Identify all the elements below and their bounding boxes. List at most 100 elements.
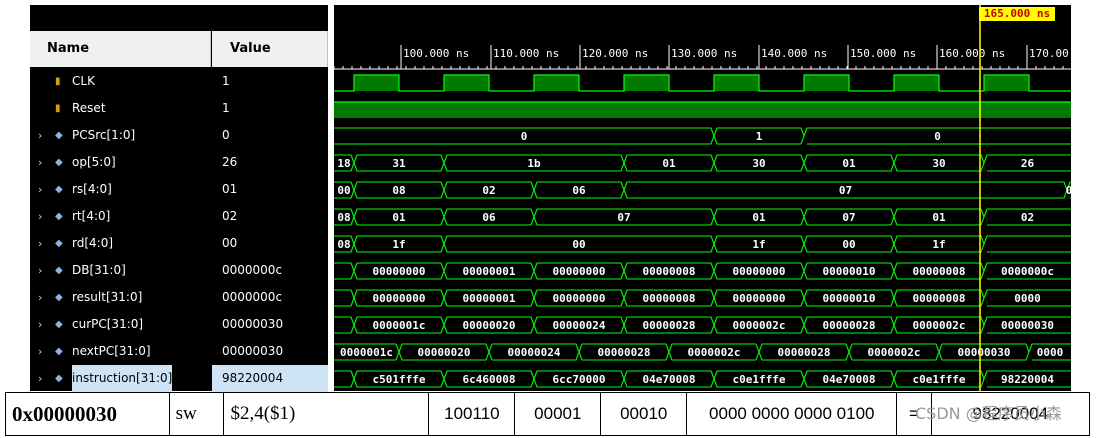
chevron-right-icon[interactable]: › (38, 230, 42, 257)
chevron-right-icon[interactable]: › (38, 311, 42, 338)
instruction-operands: $2,4($1) (223, 392, 430, 436)
chevron-right-icon[interactable]: › (38, 365, 42, 392)
bus-value-label: 0000001c (373, 319, 426, 332)
bus-segment (334, 316, 355, 334)
bus-value-label: 00000030 (958, 346, 1011, 359)
bus-value-label: 26 (1021, 157, 1035, 170)
rt-bits: 00010 (600, 392, 688, 436)
bus-value-label: 0000 (1037, 346, 1064, 359)
signal-name: op[5:0] (72, 155, 116, 169)
signal-row-name[interactable]: › ◆ op[5:0] (30, 149, 212, 176)
bus-signal-icon: ◆ (55, 292, 63, 303)
bus-value-label: 0000002c (913, 319, 966, 332)
chevron-right-icon[interactable]: › (38, 284, 42, 311)
bus-value-label: 1b (527, 157, 541, 170)
bus-value-label: 6c460008 (463, 373, 516, 386)
cursor-time-label[interactable]: 165.000 ns (979, 7, 1055, 21)
signal-name: PCSrc[1:0] (72, 128, 136, 142)
signal-name: CLK (72, 74, 95, 88)
bus-value-label: 00000024 (508, 346, 561, 359)
signal-name: instruction[31:0] (72, 365, 173, 392)
bus-value-label: 1f (932, 238, 945, 251)
header-band (30, 5, 330, 31)
bus-value-label: c501fffe (373, 373, 426, 386)
bus-value-label: 07 (839, 184, 852, 197)
chevron-right-icon[interactable]: › (38, 203, 42, 230)
signal-row-name[interactable]: › ◆ result[31:0] (30, 284, 212, 311)
bus-value-label: 0000002c (868, 346, 921, 359)
signal-row-name[interactable]: › ◆ rs[4:0] (30, 176, 212, 203)
bus-value-label: 00 (337, 184, 350, 197)
bus-value-label: 00000000 (733, 292, 786, 305)
signal-value: 26 (222, 155, 238, 169)
bus-value-label: 00000000 (553, 292, 606, 305)
bus-value-label: 00000010 (823, 292, 876, 305)
bus-signal-icon: ◆ (55, 184, 63, 195)
signal-row-name[interactable]: › ◆ nextPC[31:0] (30, 338, 212, 365)
bus-value-label: 04e70008 (643, 373, 696, 386)
clk-high-fill (624, 75, 669, 91)
bus-signal-icon: ◆ (55, 373, 63, 384)
signal-name: rs[4:0] (72, 182, 112, 196)
chevron-right-icon[interactable]: › (38, 338, 42, 365)
chevron-right-icon[interactable]: › (38, 257, 42, 284)
bus-value-label: 0 (934, 130, 941, 143)
clk-high-fill (354, 75, 399, 91)
signal-value: 01 (222, 182, 238, 196)
signal-name: DB[31:0] (72, 263, 126, 277)
signal-row-name[interactable]: › ◆ rt[4:0] (30, 203, 212, 230)
bus-value-label: 00000000 (733, 265, 786, 278)
value-column-header[interactable]: Value (212, 31, 328, 67)
immediate-bits: 0000 0000 0000 0100 (686, 392, 898, 436)
signal-value: 1 (222, 101, 230, 115)
signal-row-name[interactable]: › ◆ rd[4:0] (30, 230, 212, 257)
signal-row-name[interactable]: › ◆ curPC[31:0] (30, 311, 212, 338)
instruction-address: 0x00000030 (5, 392, 170, 436)
bus-value-label: 00 (572, 238, 585, 251)
bus-value-label: 08 (392, 184, 405, 197)
clk-high-fill (444, 75, 489, 91)
signal-value: 00 (222, 236, 238, 250)
bus-value-label: 00000028 (598, 346, 651, 359)
signal-value: 02 (222, 209, 238, 223)
signal-value: 1 (222, 74, 230, 88)
wave-canvas[interactable]: 100.000 ns 110.000 ns 120.000 ns 130.000 ns… (334, 5, 1071, 391)
signal-name: result[31:0] (72, 290, 143, 304)
bus-value-label: 0 (521, 130, 528, 143)
bus-value-label: 6cc70000 (553, 373, 606, 386)
clk-high-fill (984, 75, 1029, 91)
chevron-right-icon[interactable]: › (38, 122, 42, 149)
signal-name: curPC[31:0] (72, 317, 144, 331)
bus-value-label: 01 (932, 211, 946, 224)
time-ruler-label: 140.000 ns (761, 47, 827, 60)
chevron-right-icon[interactable]: › (38, 149, 42, 176)
bus-signal-icon: ◆ (55, 157, 63, 168)
bus-value-label: 00000028 (823, 319, 876, 332)
signal-row-name[interactable]: › ◆ instruction[31:0] (30, 365, 212, 392)
bus-value-label: 01 (842, 157, 856, 170)
bus-value-label: 08 (337, 211, 350, 224)
bus-value-label: 0000002c (688, 346, 741, 359)
signal-value: 0000000c (222, 263, 283, 277)
rs-bits: 00001 (514, 392, 602, 436)
time-ruler-label: 120.000 ns (582, 47, 648, 60)
bus-segment (334, 289, 355, 307)
chevron-right-icon[interactable]: › (38, 176, 42, 203)
signal-row-name[interactable]: › ◆ PCSrc[1:0] (30, 122, 212, 149)
bus-value-label: 01 (392, 211, 406, 224)
bus-value-label: 00000028 (643, 319, 696, 332)
signal-row-name[interactable]: ▮ Reset (30, 95, 212, 122)
name-column-header[interactable]: Name (30, 31, 211, 67)
bus-value-label: 02 (482, 184, 495, 197)
signal-row-name[interactable]: ▮ CLK (30, 68, 212, 95)
bus-signal-icon: ◆ (55, 130, 63, 141)
bit-signal-icon: ▮ (55, 76, 61, 87)
signal-row-name[interactable]: › ◆ DB[31:0] (30, 257, 212, 284)
bus-value-label: 01 (662, 157, 676, 170)
reset-high-fill (334, 102, 1071, 118)
bus-value-label: 00000001 (463, 292, 516, 305)
bus-value-label: 07 (842, 211, 855, 224)
op-bits: 100110 (428, 392, 516, 436)
bit-signal-icon: ▮ (55, 103, 61, 114)
bus-value-label: 07 (617, 211, 630, 224)
